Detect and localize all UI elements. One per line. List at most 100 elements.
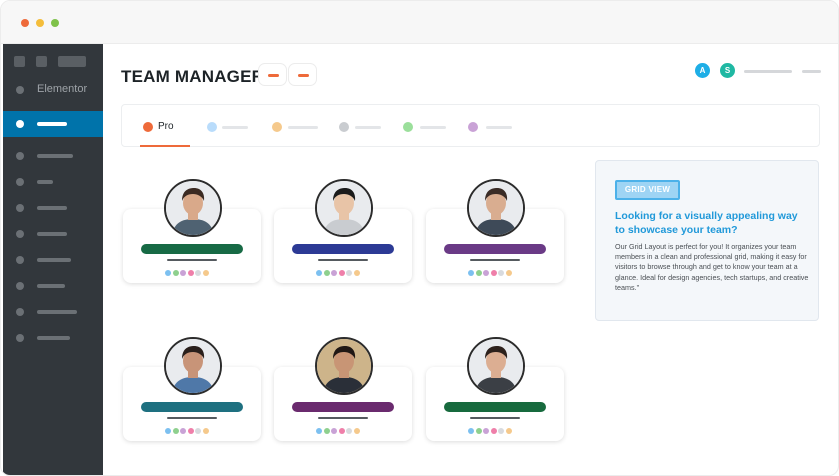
social-link-icon[interactable] [202, 428, 209, 434]
person-portrait-icon [469, 181, 523, 235]
sidebar-item-placeholder [37, 232, 67, 236]
menu-bullet-icon [16, 178, 24, 186]
social-link-icon[interactable] [475, 270, 482, 276]
social-link-icon[interactable] [353, 428, 360, 434]
social-link-icon[interactable] [505, 270, 512, 276]
member-role-placeholder [318, 417, 368, 419]
menu-bullet-icon [16, 256, 24, 264]
tab-layout[interactable] [202, 105, 262, 148]
social-link-icon[interactable] [483, 270, 489, 276]
sidebar-item-placeholder [37, 336, 70, 340]
member-role-placeholder [470, 259, 520, 261]
team-member-photo [467, 337, 525, 395]
sidebar-item[interactable] [3, 247, 103, 273]
member-name-placeholder [444, 402, 546, 412]
member-role-placeholder [167, 259, 217, 261]
social-link-icon[interactable] [172, 428, 179, 434]
social-link-icon[interactable] [498, 270, 504, 276]
social-link-icon[interactable] [323, 428, 330, 434]
member-name-placeholder [292, 402, 394, 412]
sidebar-item[interactable] [3, 195, 103, 221]
sidebar-toolbar-icon[interactable] [36, 56, 47, 67]
social-link-icon[interactable] [338, 270, 345, 276]
social-link-icon[interactable] [165, 428, 171, 434]
avatar[interactable]: A [695, 63, 710, 78]
person-portrait-icon [317, 181, 371, 235]
menu-bullet-icon [16, 120, 24, 128]
sidebar-item[interactable] [3, 143, 103, 169]
header-user-placeholder [744, 70, 792, 73]
tab-layout[interactable] [268, 105, 328, 148]
minimize-dot[interactable] [36, 19, 44, 27]
sidebar-item[interactable] [3, 325, 103, 351]
social-links [468, 270, 513, 276]
member-role-placeholder [470, 417, 520, 419]
tab-layout[interactable] [402, 105, 462, 148]
zoom-dot[interactable] [51, 19, 59, 27]
sidebar-item[interactable] [3, 221, 103, 247]
social-link-icon[interactable] [346, 270, 352, 276]
member-name-placeholder [444, 244, 546, 254]
social-link-icon[interactable] [195, 270, 201, 276]
minus-icon [268, 74, 279, 77]
social-link-icon[interactable] [505, 428, 512, 434]
social-links [468, 428, 513, 434]
social-link-icon[interactable] [331, 270, 337, 276]
social-link-icon[interactable] [187, 270, 194, 276]
social-link-icon[interactable] [468, 428, 474, 434]
sidebar-item-elementor[interactable]: Elementor [3, 77, 103, 103]
member-name-placeholder [292, 244, 394, 254]
social-link-icon[interactable] [490, 428, 497, 434]
tab-layout[interactable] [467, 105, 527, 148]
admin-sidebar: Elementor [3, 44, 103, 475]
sidebar-toolbar-icon[interactable] [58, 56, 86, 67]
header-action-button[interactable] [288, 63, 317, 86]
social-links [316, 428, 361, 434]
social-link-icon[interactable] [180, 270, 186, 276]
social-link-icon[interactable] [187, 428, 194, 434]
team-member-photo [315, 337, 373, 395]
menu-bullet-icon [16, 204, 24, 212]
tab-color-dot [339, 122, 349, 132]
social-link-icon[interactable] [165, 270, 171, 276]
social-link-icon[interactable] [353, 270, 360, 276]
close-dot[interactable] [21, 19, 29, 27]
tab-pro[interactable]: Pro [122, 105, 202, 148]
person-portrait-icon [166, 339, 220, 393]
social-link-icon[interactable] [468, 270, 474, 276]
tab-color-dot [468, 122, 478, 132]
social-link-icon[interactable] [498, 428, 504, 434]
social-link-icon[interactable] [316, 270, 322, 276]
menu-bullet-icon [16, 152, 24, 160]
tab-label-placeholder [222, 126, 248, 129]
sidebar-item-label: Elementor [37, 83, 88, 95]
sidebar-item[interactable] [3, 273, 103, 299]
social-link-icon[interactable] [331, 428, 337, 434]
social-link-icon[interactable] [195, 428, 201, 434]
social-link-icon[interactable] [483, 428, 489, 434]
social-link-icon[interactable] [202, 270, 209, 276]
sidebar-item[interactable] [3, 169, 103, 195]
social-link-icon[interactable] [346, 428, 352, 434]
tab-layout[interactable] [338, 105, 398, 148]
grid-view-button[interactable]: GRID VIEW [615, 180, 680, 200]
avatar[interactable]: S [720, 63, 735, 78]
menu-bullet-icon [16, 230, 24, 238]
page-title: TEAM MANAGER [121, 67, 265, 86]
header-action-button[interactable] [258, 63, 287, 86]
tab-color-dot [143, 122, 153, 132]
social-link-icon[interactable] [323, 270, 330, 276]
member-role-placeholder [167, 417, 217, 419]
sidebar-item[interactable] [3, 299, 103, 325]
social-link-icon[interactable] [316, 428, 322, 434]
social-link-icon[interactable] [490, 270, 497, 276]
sidebar-toolbar-icon[interactable] [14, 56, 25, 67]
social-links [165, 270, 210, 276]
social-link-icon[interactable] [338, 428, 345, 434]
social-link-icon[interactable] [475, 428, 482, 434]
member-role-placeholder [318, 259, 368, 261]
sidebar-item-active[interactable] [3, 111, 103, 137]
social-link-icon[interactable] [180, 428, 186, 434]
social-links [316, 270, 361, 276]
social-link-icon[interactable] [172, 270, 179, 276]
